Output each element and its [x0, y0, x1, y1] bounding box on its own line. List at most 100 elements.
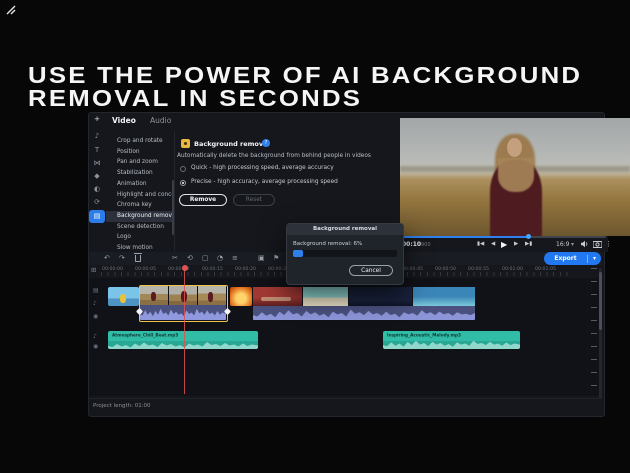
export-caret-icon[interactable]: ▾	[588, 255, 601, 262]
dialog-title: Background removal	[287, 224, 403, 235]
split-icon[interactable]: ✂	[172, 254, 178, 262]
seek-handle[interactable]	[526, 234, 531, 239]
video-clip-4-thumbs[interactable]	[253, 287, 475, 306]
audio-clip-2[interactable]: Inspiring_Acoustic_Melody.mp3	[383, 331, 520, 349]
panel-title: Background removal	[194, 140, 270, 148]
background-removal-icon	[181, 139, 190, 148]
more-tools-icon[interactable]: ▤	[89, 210, 105, 223]
transitions-tool-icon[interactable]: ⋈	[89, 159, 105, 167]
sidebar-item-logo[interactable]: Logo	[106, 232, 173, 243]
dialog-progress-track	[293, 250, 397, 257]
dialog-progress-fill	[293, 250, 303, 257]
video-clip-3[interactable]	[230, 287, 252, 306]
audio-clip-1-label: Atmosphere_Chill_Beat.mp3	[112, 333, 178, 338]
sidebar-item-chroma-key[interactable]: Chroma key	[106, 200, 173, 211]
video-track-lock-icon[interactable]: ◉	[93, 313, 98, 320]
radio-precise-label[interactable]: Precise - high accuracy, average process…	[191, 179, 338, 185]
stabilization-tool-icon[interactable]: ◐	[89, 185, 105, 193]
radio-quick-label[interactable]: Quick - high processing speed, average a…	[191, 165, 334, 171]
delete-icon[interactable]	[135, 255, 141, 262]
sidebar-item-highlight-and-conceal[interactable]: Highlight and conceal	[106, 190, 173, 201]
rotate-icon[interactable]: ⟲	[187, 254, 193, 262]
sidebar-item-scene-detection[interactable]: Scene detection	[106, 222, 173, 233]
clip-thumb	[303, 287, 348, 306]
clip-thumb	[169, 286, 197, 305]
audio-clip-1[interactable]: Atmosphere_Chill_Beat.mp3	[108, 331, 258, 349]
page: USE THE POWER OF AI BACKGROUND REMOVAL I…	[0, 0, 630, 473]
video-track-mute-icon[interactable]: ♪	[93, 300, 97, 307]
subject-hair-front	[498, 158, 534, 192]
add-media-icon[interactable]: +	[89, 115, 105, 123]
next-frame-icon[interactable]: ▶	[514, 241, 518, 247]
timecode: 00:10	[402, 241, 421, 248]
titles-tool-icon[interactable]: T	[89, 146, 105, 154]
project-length-status: Project length: 01:00	[93, 403, 151, 409]
marker-icon[interactable]: ⚑	[273, 254, 279, 262]
sidebar-item-position[interactable]: Position	[106, 147, 173, 158]
snapshot-camera-icon[interactable]	[593, 240, 602, 248]
audio-track-mute-icon[interactable]: ♪	[93, 333, 97, 340]
undo-icon[interactable]: ↶	[104, 254, 110, 262]
ruler-label: 00:01:05	[535, 266, 556, 271]
radio-precise[interactable]	[180, 180, 186, 186]
background-removal-dialog: Background removal Background removal: 6…	[286, 223, 404, 285]
properties-icon[interactable]: ≡	[232, 254, 238, 262]
tab-video[interactable]: Video	[112, 116, 136, 125]
prev-frame-icon[interactable]: ◀	[491, 241, 495, 247]
video-clip-4-waveform[interactable]	[253, 306, 475, 320]
ruler-label: 00:00:15	[202, 266, 223, 271]
timecode-ms: 900	[421, 242, 431, 248]
reset-button[interactable]: Reset	[233, 194, 275, 206]
volume-icon[interactable]	[581, 240, 589, 248]
ruler-label: 00:00:45	[402, 266, 423, 271]
copy-icon[interactable]: ▣	[258, 254, 265, 262]
aspect-ratio-select[interactable]: 16:9	[556, 241, 569, 248]
ruler-label: 00:00:05	[135, 266, 156, 271]
video-clip-1[interactable]	[108, 287, 139, 306]
dialog-cancel-button[interactable]: Cancel	[349, 265, 393, 276]
playhead-line[interactable]	[184, 270, 185, 394]
play-icon[interactable]: ▶	[501, 240, 507, 249]
sidebar-item-animation[interactable]: Animation	[106, 179, 173, 190]
jump-to-end-icon[interactable]: ▶▮	[525, 241, 532, 247]
filters-tool-icon[interactable]: ⟳	[89, 198, 105, 206]
sidebar-divider	[174, 131, 175, 251]
ruler-label: 00:00:20	[235, 266, 256, 271]
sidebar-item-stabilization[interactable]: Stabilization	[106, 168, 173, 179]
clip-thumb	[413, 287, 475, 306]
effects-tool-icon[interactable]: ◆	[89, 172, 105, 180]
clip-thumb	[140, 286, 168, 305]
panel-description: Automatically delete the background from…	[177, 153, 371, 159]
timeline-zoom-slider[interactable]	[591, 268, 597, 398]
info-icon[interactable]: ?	[262, 139, 270, 147]
crop-icon[interactable]: ▢	[202, 254, 209, 262]
ruler-label: 00:00:00	[102, 266, 123, 271]
sidebar-item-background-removal[interactable]: Background removal	[106, 211, 173, 222]
player-menu-icon[interactable]: ⋮	[605, 240, 612, 248]
redo-icon[interactable]: ↷	[119, 254, 125, 262]
clip-thumb	[349, 287, 412, 306]
clip-thumb	[253, 287, 302, 306]
headline-line-2: REMOVAL IN SECONDS	[28, 85, 362, 112]
sidebar-item-pan-and-zoom[interactable]: Pan and zoom	[106, 157, 173, 168]
dialog-progress-label: Background removal: 6%	[293, 241, 362, 247]
ruler-label: 00:00:55	[468, 266, 489, 271]
speed-icon[interactable]: ◔	[217, 254, 223, 262]
audio-tool-icon[interactable]: ♪	[89, 132, 105, 140]
vertical-scrollbar-thumb[interactable]	[599, 272, 602, 330]
remove-button[interactable]: Remove	[179, 194, 227, 206]
export-label: Export	[544, 255, 587, 262]
track-tools-icon[interactable]: ⊞	[91, 266, 96, 274]
video-track-icon[interactable]: ▤	[93, 287, 99, 294]
radio-quick[interactable]	[180, 166, 186, 172]
audio-track-lock-icon[interactable]: ◉	[93, 343, 98, 350]
subject-face	[507, 138, 522, 157]
video-preview	[400, 118, 630, 236]
tab-audio[interactable]: Audio	[150, 116, 171, 125]
aspect-caret-icon: ▾	[571, 241, 574, 248]
clip-thumb	[198, 286, 226, 305]
jump-to-start-icon[interactable]: ▮◀	[477, 241, 484, 247]
sidebar-item-crop-and-rotate[interactable]: Crop and rotate	[106, 136, 173, 147]
status-bar	[89, 398, 602, 415]
export-button[interactable]: Export ▾	[544, 252, 601, 265]
